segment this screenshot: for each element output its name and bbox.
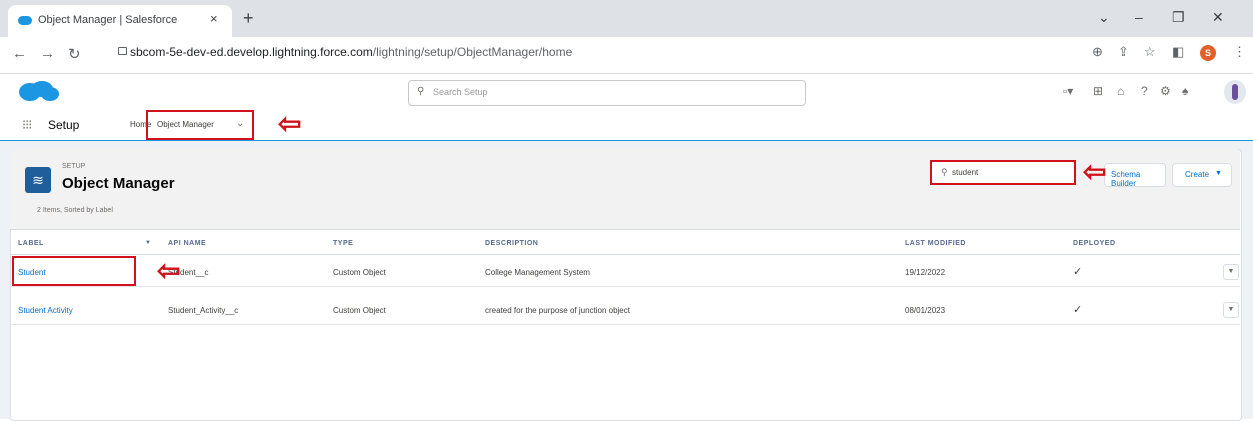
- app-name: Setup: [48, 118, 80, 132]
- browser-toolbar: ← → ↻ sbcom-5e-dev-ed.develop.lightning.…: [0, 37, 1253, 74]
- chevron-down-icon[interactable]: ⌄: [236, 118, 244, 129]
- description-cell: created for the purpose of junction obje…: [485, 306, 630, 315]
- annotation-arrow-icon: ⇦: [157, 255, 181, 286]
- tab-search-icon[interactable]: ⌄: [1098, 9, 1110, 26]
- row-actions-menu-icon[interactable]: ▼: [1223, 302, 1239, 318]
- url-path: /lightning/setup/ObjectManager/home: [372, 45, 573, 59]
- column-header-description[interactable]: DESCRIPTION: [485, 240, 538, 247]
- schema-builder-label: Schema Builder: [1111, 170, 1141, 188]
- setup-gear-icon[interactable]: ⚙: [1160, 84, 1171, 98]
- annotation-highlight-box: [12, 256, 136, 286]
- object-label-link[interactable]: Student Activity: [18, 306, 73, 315]
- create-label: Create: [1185, 170, 1210, 179]
- sort-icon[interactable]: ▼: [145, 240, 151, 246]
- checkmark-icon: ✓: [1073, 304, 1083, 316]
- last-modified-cell: 08/01/2023: [905, 306, 946, 315]
- user-avatar[interactable]: [1224, 80, 1246, 104]
- search-icon: ⚲: [941, 167, 948, 177]
- page-title: Object Manager: [62, 175, 175, 192]
- checkmark-icon: ✓: [1073, 266, 1083, 278]
- salesforce-logo-icon[interactable]: [16, 80, 60, 102]
- help-icon[interactable]: ?: [1141, 84, 1148, 98]
- page-eyebrow: SETUP: [62, 163, 86, 170]
- reload-icon[interactable]: ↻: [68, 45, 81, 63]
- items-count: 2 Items, Sorted by Label: [37, 207, 113, 214]
- search-input[interactable]: ⚲ Search Setup: [408, 80, 806, 106]
- column-header-api-name[interactable]: API NAME: [168, 240, 206, 247]
- restore-icon[interactable]: ❐: [1172, 9, 1185, 26]
- type-cell: Custom Object: [333, 268, 386, 277]
- url-domain: sbcom-5e-dev-ed.develop.lightning.force.…: [130, 45, 373, 59]
- tab-close-icon[interactable]: ×: [210, 11, 218, 26]
- row-actions-menu-icon[interactable]: ▼: [1223, 264, 1239, 280]
- description-cell: College Management System: [485, 268, 590, 277]
- favorites-star-icon[interactable]: ▫▾: [1063, 84, 1073, 98]
- annotation-arrow-icon: ⇦: [278, 108, 302, 139]
- schema-builder-button[interactable]: Schema Builder: [1104, 163, 1166, 188]
- column-header-last-modified[interactable]: LAST MODIFIED: [905, 240, 966, 247]
- column-header-label[interactable]: LABEL: [18, 240, 44, 247]
- global-actions-icon[interactable]: ⊞: [1093, 84, 1103, 98]
- lock-icon[interactable]: [118, 47, 127, 55]
- column-header-deployed[interactable]: DEPLOYED: [1073, 240, 1116, 247]
- browser-menu-icon[interactable]: ⋮: [1233, 44, 1246, 60]
- bookmark-star-icon[interactable]: ☆: [1144, 44, 1156, 60]
- forward-icon[interactable]: →: [40, 45, 55, 62]
- notifications-bell-icon[interactable]: ♠: [1182, 84, 1188, 98]
- tab-object-manager-label: Object Manager: [157, 120, 214, 129]
- address-bar[interactable]: sbcom-5e-dev-ed.develop.lightning.force.…: [130, 45, 572, 59]
- search-placeholder: Search Setup: [433, 87, 488, 97]
- trailhead-icon[interactable]: ⌂: [1117, 84, 1124, 98]
- zoom-icon[interactable]: ⊕: [1092, 44, 1103, 60]
- salesforce-favicon-icon: [18, 16, 32, 25]
- annotation-arrow-icon: ⇦: [1083, 156, 1107, 187]
- close-window-icon[interactable]: ✕: [1212, 9, 1224, 26]
- type-cell: Custom Object: [333, 306, 386, 315]
- minimize-icon[interactable]: –: [1135, 9, 1143, 25]
- avatar-figure-icon: [1232, 84, 1238, 100]
- quick-find-input[interactable]: ⚲ student: [930, 160, 1076, 185]
- tab-object-manager[interactable]: Object Manager ⌄: [146, 110, 254, 140]
- last-modified-cell: 19/12/2022: [905, 268, 946, 277]
- layers-icon: ≋: [25, 167, 51, 193]
- back-icon[interactable]: ←: [12, 45, 27, 62]
- caret-down-icon: ▼: [1215, 170, 1222, 177]
- search-icon: ⚲: [417, 86, 425, 97]
- new-tab-button[interactable]: +: [243, 9, 254, 27]
- api-name-cell: Student_Activity__c: [168, 306, 239, 315]
- share-icon[interactable]: ⇪: [1118, 44, 1129, 60]
- tab-title: Object Manager | Salesforce: [38, 14, 178, 26]
- column-header-type[interactable]: TYPE: [333, 240, 353, 247]
- create-button[interactable]: Create ▼: [1172, 163, 1232, 187]
- app-launcher-icon[interactable]: ⁝⁝⁝: [22, 117, 32, 133]
- quick-find-value: student: [952, 168, 979, 177]
- profile-icon[interactable]: S: [1200, 45, 1216, 61]
- side-panel-icon[interactable]: ◧: [1172, 44, 1184, 60]
- context-bar: ⁝⁝⁝ Setup Home Object Manager ⌄ ⇦: [0, 110, 1253, 142]
- browser-tab[interactable]: Object Manager | Salesforce ×: [8, 5, 232, 37]
